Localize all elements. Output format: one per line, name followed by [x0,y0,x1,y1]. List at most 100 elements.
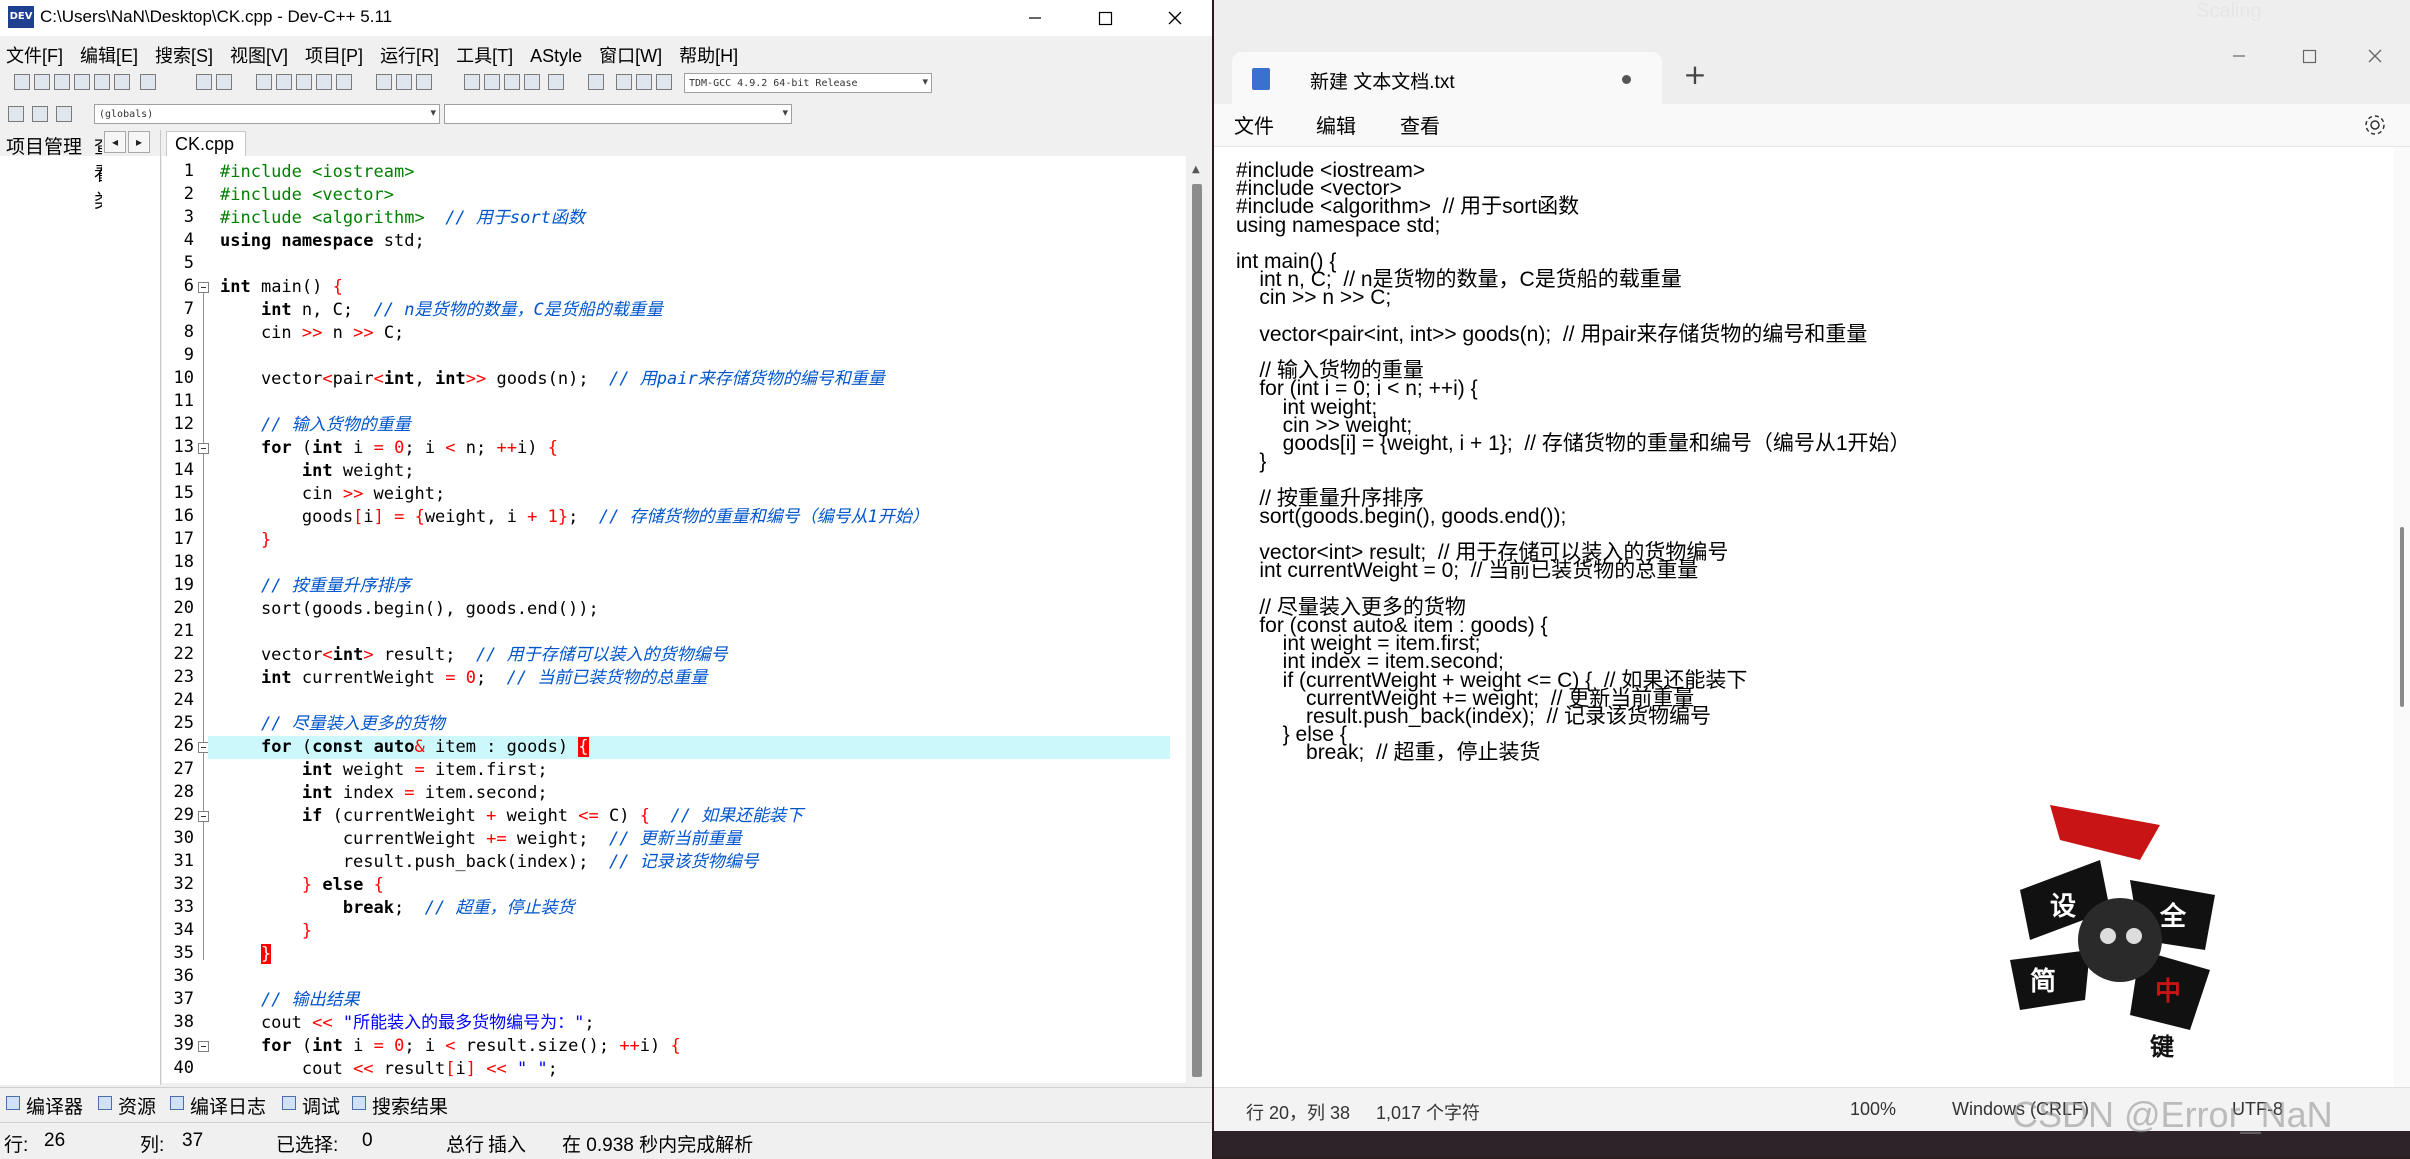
notepad-menu-file[interactable]: 文件 [1234,110,1274,139]
tab-debug[interactable]: 调试 [302,1092,340,1119]
notepad-tab[interactable]: 新建 文本文档.txt [1232,52,1662,104]
menu-tools[interactable]: 工具[T] [456,38,513,68]
menu-project[interactable]: 项目[P] [305,38,363,68]
window-layout-icon[interactable] [484,74,500,90]
fold-toggle-icon[interactable] [198,282,209,293]
unindent-icon[interactable] [396,74,412,90]
run-icon[interactable] [636,74,652,90]
save-all-icon[interactable] [74,74,90,90]
line-number: 32 [173,874,194,894]
replace-icon[interactable] [276,74,292,90]
notepad-menu-view[interactable]: 查看 [1400,110,1440,139]
code-line: // 输入货物的重量 [260,415,411,435]
fold-toggle-icon[interactable] [198,1041,209,1052]
project-panel-tabs: 项目管理 查看类 ◂ ▸ [0,130,160,212]
goto-line-icon[interactable] [316,74,332,90]
line-number: 30 [173,828,194,848]
menu-view[interactable]: 视图[V] [230,38,288,68]
line-number: 1 [183,161,194,181]
unsaved-dot-icon[interactable] [1622,75,1631,84]
line-number: 12 [173,414,194,434]
notepad-line: } [1236,450,1267,474]
code-line: cin >> n >> C; [220,323,405,343]
close-all-icon[interactable] [114,74,130,90]
insert-icon[interactable] [32,106,48,122]
tab-resources[interactable]: 资源 [118,1092,156,1119]
debug-icon[interactable] [656,74,672,90]
menu-edit[interactable]: 编辑[E] [80,38,138,68]
notepad-menu-edit[interactable]: 编辑 [1316,110,1356,139]
stop-icon[interactable] [588,74,604,90]
open-file-icon[interactable] [34,74,50,90]
check-syntax-icon[interactable] [548,74,564,90]
function-select[interactable]: ▾ [444,104,792,124]
tab-search-results[interactable]: 搜索结果 [372,1092,448,1119]
menu-run[interactable]: 运行[R] [380,38,439,68]
devcpp-app-icon: DEV [8,6,34,28]
notepad-maximize-button[interactable] [2274,40,2344,72]
compiler-select[interactable]: TDM-GCC 4.9.2 64-bit Release ▾ [684,73,932,93]
line-number: 16 [173,506,194,526]
menu-help[interactable]: 帮助[H] [679,38,738,68]
tab-compiler[interactable]: 编译器 [26,1092,83,1119]
menu-astyle[interactable]: AStyle [530,42,582,67]
chevron-down-icon: ▾ [782,106,788,119]
toggle-comment-icon[interactable] [416,74,432,90]
menu-file[interactable]: 文件[F] [6,38,63,68]
maximize-button[interactable] [1070,0,1140,36]
sticker-char: 键 [2150,1033,2174,1061]
save-icon[interactable] [54,74,70,90]
notepad-scrollbar-thumb[interactable] [2400,527,2404,707]
tab-compile-log[interactable]: 编译日志 [190,1092,266,1119]
notepad-scrollbar[interactable] [2394,147,2410,1087]
code-line: cin >> weight; [220,484,446,504]
class-browser-icon[interactable] [504,74,520,90]
compiler-icon [6,1096,20,1110]
ime-sticker: 设 全 简 中 键 [2000,805,2225,1070]
notepad-file-icon [1252,68,1270,90]
grid-icon[interactable] [524,74,540,90]
print-icon[interactable] [140,74,156,90]
toggle-bookmark-icon[interactable] [56,106,72,122]
editor-scrollbar[interactable]: ▲ [1188,156,1208,1083]
new-tab-button[interactable]: + [1672,52,1718,98]
notepad-close-button[interactable] [2340,40,2410,72]
scope-select[interactable]: (globals) ▾ [94,104,440,124]
notepad-minimize-button[interactable] [2204,40,2274,72]
line-number: 36 [173,966,194,986]
code-line: } else { [301,875,384,895]
line-number: 33 [173,897,194,917]
tab-project-manager[interactable]: 项目管理 [6,132,82,159]
line-number: 20 [173,598,194,618]
chevron-right-icon[interactable]: ▸ [128,131,150,153]
class-icon[interactable] [8,106,24,122]
bookmark-icon[interactable] [336,74,352,90]
code-editor[interactable]: 1 2 3 4 5 6 7 8 9 10 11 12 13 14 15 16 17 18 19 20 21 22 23 24 2… [162,156,1186,1083]
fold-toggle-icon[interactable] [198,443,209,454]
scroll-up-icon[interactable]: ▲ [1192,164,1200,175]
indent-icon[interactable] [376,74,392,90]
new-file-icon[interactable] [14,74,30,90]
line-number: 6 [183,276,194,296]
find-icon[interactable] [256,74,272,90]
chevron-left-icon[interactable]: ◂ [104,131,126,153]
scrollbar-thumb[interactable] [1192,184,1202,1077]
minimize-button[interactable] [1000,0,1070,36]
new-project-icon[interactable] [464,74,480,90]
compile-icon[interactable] [616,74,632,90]
redo-icon[interactable] [216,74,232,90]
tab-class-view[interactable]: 查看类 [94,132,102,213]
tab-ck-cpp[interactable]: CK.cpp [166,131,246,156]
close-file-icon[interactable] [94,74,110,90]
scope-select-value: (globals) [99,109,154,120]
menu-window[interactable]: 窗口[W] [599,38,662,68]
gear-icon[interactable] [2362,112,2388,138]
menu-search[interactable]: 搜索[S] [155,38,213,68]
undo-icon[interactable] [196,74,212,90]
close-button[interactable] [1140,0,1210,36]
project-panel: 项目管理 查看类 ◂ ▸ [0,130,161,1085]
code-line: int main() { [220,277,343,297]
fold-toggle-icon[interactable] [198,811,209,822]
find-next-icon[interactable] [296,74,312,90]
notepad-window: 新建 文本文档.txt + 文件 编辑 查看 #include <iostrea… [1214,0,2410,1158]
